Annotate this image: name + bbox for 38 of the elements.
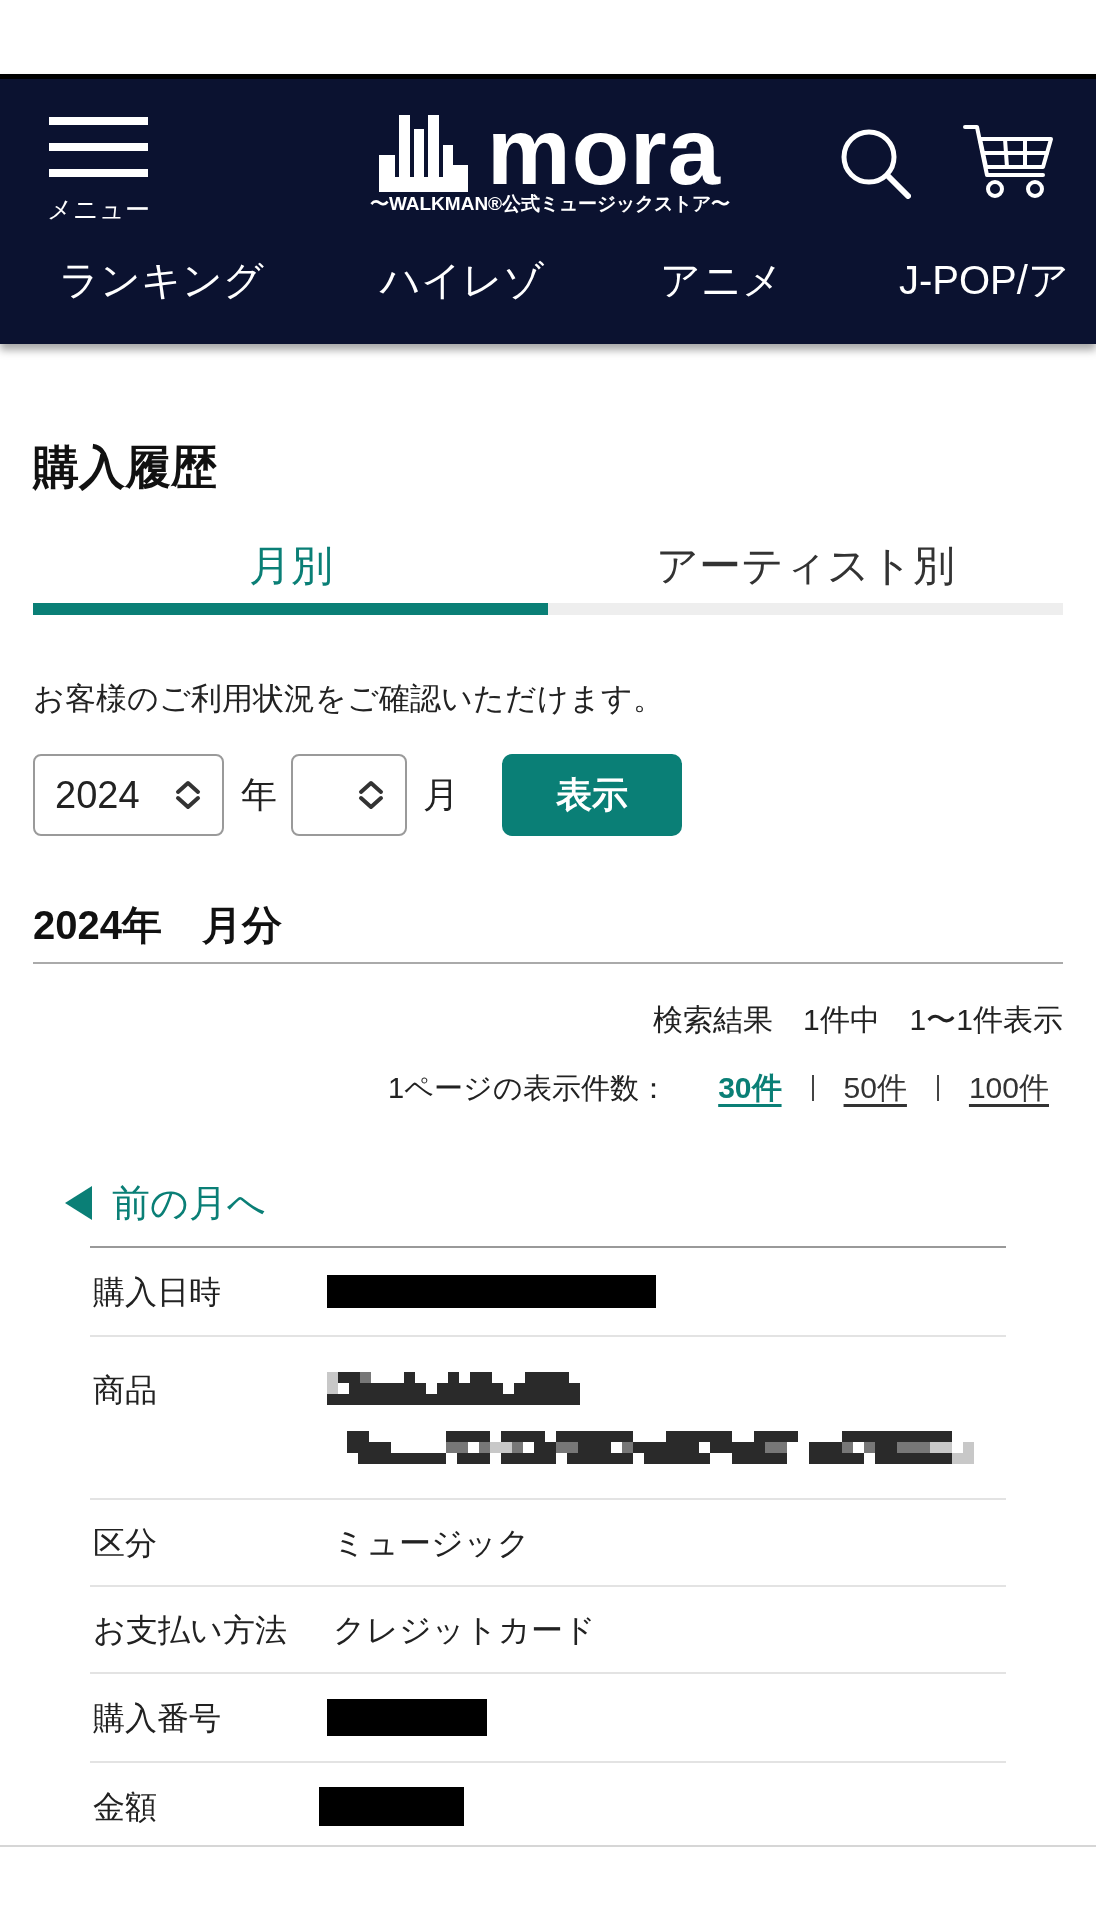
nav-link[interactable]: アニメ (660, 255, 783, 305)
field-label: 購入番号 (92, 1698, 222, 1738)
menu-button[interactable]: メニュー (42, 117, 155, 224)
field-value: クレジットカード (332, 1610, 596, 1650)
chevron-up-down-icon (357, 779, 385, 811)
logo-tagline: 〜WALKMAN®公式ミュージックストア〜 (369, 194, 731, 214)
previous-month-link[interactable]: 前の月へ (65, 1178, 266, 1228)
nav-link[interactable]: ランキング (59, 255, 264, 305)
logo-mark-icon (379, 115, 469, 192)
triangle-left-icon (65, 1186, 92, 1220)
field-label: お支払い方法 (92, 1610, 288, 1650)
year-select[interactable]: 2024 (33, 754, 224, 836)
per-page-option[interactable]: 100件 (968, 1068, 1049, 1108)
field-label: 区分 (92, 1523, 158, 1563)
chevron-up-down-icon (174, 779, 202, 811)
field-label: 商品 (92, 1371, 158, 1410)
menu-icon (49, 117, 148, 177)
search-icon[interactable] (839, 127, 911, 199)
section-title: 2024年 月分 (33, 900, 1063, 964)
field-value: ミュージック (332, 1523, 530, 1563)
per-page-option[interactable]: 50件 (843, 1068, 907, 1108)
description-text: お客様のご利用状況をご確認いただけます。 (33, 680, 665, 718)
field-label: 購入日時 (92, 1272, 222, 1312)
nav-link[interactable]: ハイレゾ (380, 255, 544, 305)
tab[interactable]: アーティスト別 (548, 540, 1063, 615)
month-select[interactable] (291, 754, 407, 836)
logo-wordmark: mora (487, 112, 721, 192)
field-label: 金額 (92, 1787, 158, 1827)
per-page-label: 1ページの表示件数： (388, 1071, 669, 1106)
month-unit-label: 月 (423, 773, 459, 817)
nav-link[interactable]: J-POP/ア (899, 255, 1069, 305)
per-page-option[interactable]: 30件 (718, 1068, 782, 1108)
cart-icon[interactable] (963, 123, 1053, 199)
tab[interactable]: 月別 (33, 540, 548, 615)
page-title: 購入履歴 (33, 440, 218, 495)
results-summary: 検索結果 1件中 1〜1件表示 (652, 1002, 1063, 1038)
show-button[interactable]: 表示 (502, 754, 682, 836)
year-unit-label: 年 (241, 773, 277, 817)
